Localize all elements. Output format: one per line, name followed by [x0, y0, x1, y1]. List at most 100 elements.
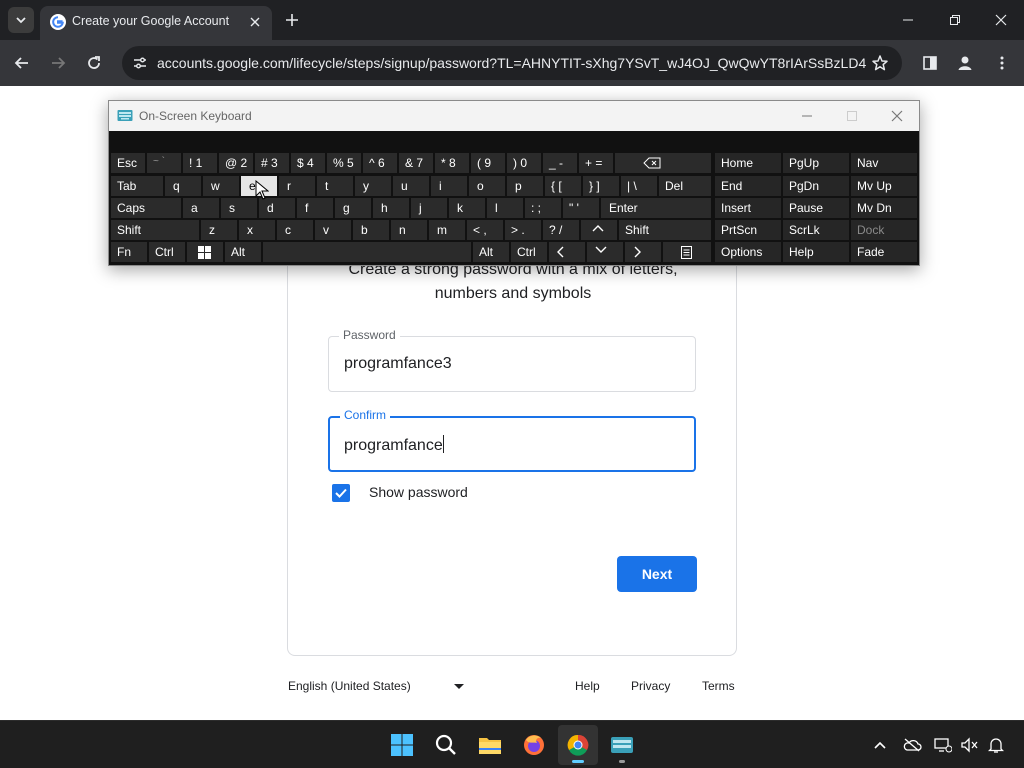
key-minus[interactable]: _ - [543, 153, 577, 173]
key-4[interactable]: $ 4 [291, 153, 325, 173]
chrome-button[interactable] [558, 725, 598, 765]
key-i[interactable]: i [431, 176, 467, 196]
key-1[interactable]: ! 1 [183, 153, 217, 173]
key-s[interactable]: s [221, 198, 257, 218]
show-hidden-icons-button[interactable] [870, 735, 890, 755]
language-selector[interactable]: English (United States) [288, 679, 411, 693]
key-pgup[interactable]: PgUp [783, 153, 849, 173]
profile-button[interactable] [953, 51, 977, 75]
key-6[interactable]: ^ 6 [363, 153, 397, 173]
key-fn[interactable]: Fn [111, 242, 147, 262]
key-mv-up[interactable]: Mv Up [851, 176, 917, 196]
key-ctrl-left[interactable]: Ctrl [149, 242, 185, 262]
key-q[interactable]: q [165, 176, 201, 196]
key-a[interactable]: a [183, 198, 219, 218]
key-pause[interactable]: Pause [783, 198, 849, 218]
key-w[interactable]: w [203, 176, 239, 196]
language-dropdown-arrow-icon[interactable] [454, 684, 464, 689]
network-tray-icon[interactable] [933, 735, 953, 755]
key-caps[interactable]: Caps [111, 198, 181, 218]
onedrive-tray-icon[interactable] [902, 735, 922, 755]
key-mv-dn[interactable]: Mv Dn [851, 198, 917, 218]
key-u[interactable]: u [393, 176, 429, 196]
password-field[interactable]: Password programfance3 [328, 328, 696, 392]
key-p[interactable]: p [507, 176, 543, 196]
close-window-button[interactable] [989, 8, 1013, 32]
volume-tray-icon[interactable] [959, 735, 979, 755]
reload-button[interactable] [82, 51, 106, 75]
search-button[interactable] [426, 725, 466, 765]
key-f[interactable]: f [297, 198, 333, 218]
side-panel-button[interactable] [918, 51, 942, 75]
show-password-label[interactable]: Show password [369, 484, 468, 500]
osk-close-icon[interactable] [887, 106, 907, 126]
key-home[interactable]: Home [715, 153, 781, 173]
key-t[interactable]: t [317, 176, 353, 196]
key-l[interactable]: l [487, 198, 523, 218]
key-x[interactable]: x [239, 220, 275, 240]
key-left-bracket[interactable]: { [ [545, 176, 581, 196]
osk-titlebar[interactable]: On-Screen Keyboard [109, 101, 919, 131]
key-esc[interactable]: Esc [111, 153, 145, 173]
key-g[interactable]: g [335, 198, 371, 218]
browser-menu-button[interactable] [990, 51, 1014, 75]
key-shift-right[interactable]: Shift [619, 220, 711, 240]
key-alt-left[interactable]: Alt [225, 242, 261, 262]
key-right-bracket[interactable]: } ] [583, 176, 619, 196]
key-windows[interactable] [187, 242, 223, 262]
key-tab[interactable]: Tab [111, 176, 163, 196]
key-quote[interactable]: " ' [563, 198, 599, 218]
key-k[interactable]: k [449, 198, 485, 218]
key-j[interactable]: j [411, 198, 447, 218]
key-down-arrow[interactable] [587, 242, 623, 262]
next-button[interactable]: Next [617, 556, 697, 592]
key-menu[interactable] [663, 242, 711, 262]
key-b[interactable]: b [353, 220, 389, 240]
key-8[interactable]: * 8 [435, 153, 469, 173]
key-alt-right[interactable]: Alt [473, 242, 509, 262]
restore-button[interactable] [943, 8, 967, 32]
key-up-arrow[interactable] [581, 220, 617, 240]
key-5[interactable]: % 5 [327, 153, 361, 173]
key-nav[interactable]: Nav [851, 153, 917, 173]
key-del[interactable]: Del [659, 176, 711, 196]
key-scrlk[interactable]: ScrLk [783, 220, 849, 240]
privacy-link[interactable]: Privacy [631, 679, 670, 693]
key-fade[interactable]: Fade [851, 242, 917, 262]
terms-link[interactable]: Terms [702, 679, 735, 693]
key-backtick[interactable]: ~ ` [147, 153, 181, 173]
key-help[interactable]: Help [783, 242, 849, 262]
key-prtscn[interactable]: PrtScn [715, 220, 781, 240]
confirm-field[interactable]: Confirm programfance [328, 408, 696, 472]
key-enter[interactable]: Enter [601, 198, 711, 218]
minimize-button[interactable] [896, 8, 920, 32]
forward-button[interactable] [46, 51, 70, 75]
help-link[interactable]: Help [575, 679, 600, 693]
bookmark-star-icon[interactable] [870, 53, 890, 73]
key-z[interactable]: z [201, 220, 237, 240]
key-comma[interactable]: < , [467, 220, 503, 240]
firefox-button[interactable] [514, 725, 554, 765]
new-tab-button[interactable] [282, 10, 302, 30]
browser-tab[interactable]: Create your Google Account [40, 6, 272, 40]
key-pgdn[interactable]: PgDn [783, 176, 849, 196]
key-2[interactable]: @ 2 [219, 153, 253, 173]
key-c[interactable]: c [277, 220, 313, 240]
key-7[interactable]: & 7 [399, 153, 433, 173]
key-ctrl-right[interactable]: Ctrl [511, 242, 547, 262]
show-password-checkbox[interactable] [332, 484, 350, 502]
key-end[interactable]: End [715, 176, 781, 196]
tab-search-button[interactable] [8, 7, 34, 33]
key-period[interactable]: > . [505, 220, 541, 240]
confirm-value-wrap[interactable]: programfance [344, 435, 444, 455]
key-insert[interactable]: Insert [715, 198, 781, 218]
key-n[interactable]: n [391, 220, 427, 240]
site-info-icon[interactable] [128, 51, 152, 75]
url-text[interactable]: accounts.google.com/lifecycle/steps/sign… [157, 55, 867, 71]
key-backslash[interactable]: | \ [621, 176, 657, 196]
key-m[interactable]: m [429, 220, 465, 240]
key-shift-left[interactable]: Shift [111, 220, 199, 240]
confirm-value[interactable]: programfance [344, 437, 443, 454]
key-y[interactable]: y [355, 176, 391, 196]
start-button[interactable] [382, 725, 422, 765]
